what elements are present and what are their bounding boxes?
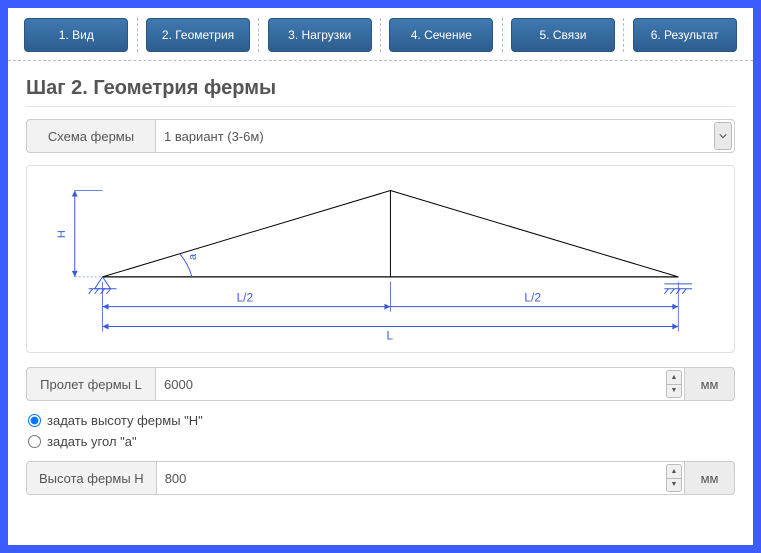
define-mode-group: задать высоту фермы "H" задать угол "a" bbox=[28, 413, 735, 449]
radio-height-label: задать высоту фермы "H" bbox=[47, 413, 203, 428]
scheme-select[interactable]: 1 вариант (3-6м) bbox=[156, 119, 735, 153]
wizard-tabs: 1. Вид 2. Геометрия 3. Нагрузки 4. Сечен… bbox=[8, 8, 753, 61]
radio-angle[interactable]: задать угол "a" bbox=[28, 434, 735, 449]
tab-loads[interactable]: 3. Нагрузки bbox=[268, 18, 372, 52]
radio-height-input[interactable] bbox=[28, 414, 41, 427]
svg-text:a: a bbox=[187, 253, 199, 260]
height-stepper[interactable]: ▲ ▼ bbox=[666, 464, 682, 492]
tab-result[interactable]: 6. Результат bbox=[633, 18, 737, 52]
chevron-down-icon: ▼ bbox=[667, 385, 681, 398]
scheme-label: Схема фермы bbox=[26, 119, 156, 153]
span-stepper[interactable]: ▲ ▼ bbox=[666, 370, 682, 398]
span-input[interactable] bbox=[156, 367, 685, 401]
height-label: Высота фермы H bbox=[26, 461, 157, 495]
radio-angle-input[interactable] bbox=[28, 435, 41, 448]
radio-height[interactable]: задать высоту фермы "H" bbox=[28, 413, 735, 428]
chevron-down-icon bbox=[714, 122, 732, 150]
chevron-up-icon: ▲ bbox=[667, 465, 681, 479]
scheme-value: 1 вариант (3-6м) bbox=[164, 129, 264, 144]
tab-section[interactable]: 4. Сечение bbox=[389, 18, 493, 52]
svg-text:L/2: L/2 bbox=[524, 291, 541, 305]
chevron-down-icon: ▼ bbox=[667, 479, 681, 492]
truss-svg: H a L/2 L/2 L bbox=[43, 182, 718, 342]
tab-links[interactable]: 5. Связи bbox=[511, 18, 615, 52]
span-label: Пролет фермы L bbox=[26, 367, 156, 401]
scheme-row: Схема фермы 1 вариант (3-6м) bbox=[26, 119, 735, 153]
tab-geometry[interactable]: 2. Геометрия bbox=[146, 18, 250, 52]
svg-text:H: H bbox=[56, 230, 68, 238]
radio-angle-label: задать угол "a" bbox=[47, 434, 137, 449]
height-row: Высота фермы H ▲ ▼ мм bbox=[26, 461, 735, 495]
truss-diagram: H a L/2 L/2 L bbox=[26, 165, 735, 353]
height-unit: мм bbox=[685, 461, 735, 495]
svg-text:L/2: L/2 bbox=[237, 291, 254, 305]
chevron-up-icon: ▲ bbox=[667, 371, 681, 385]
tab-view[interactable]: 1. Вид bbox=[24, 18, 128, 52]
svg-text:L: L bbox=[386, 328, 393, 342]
span-row: Пролет фермы L ▲ ▼ мм bbox=[26, 367, 735, 401]
span-unit: мм bbox=[685, 367, 735, 401]
height-input[interactable] bbox=[157, 461, 685, 495]
page-title: Шаг 2. Геометрия фермы bbox=[26, 77, 735, 107]
